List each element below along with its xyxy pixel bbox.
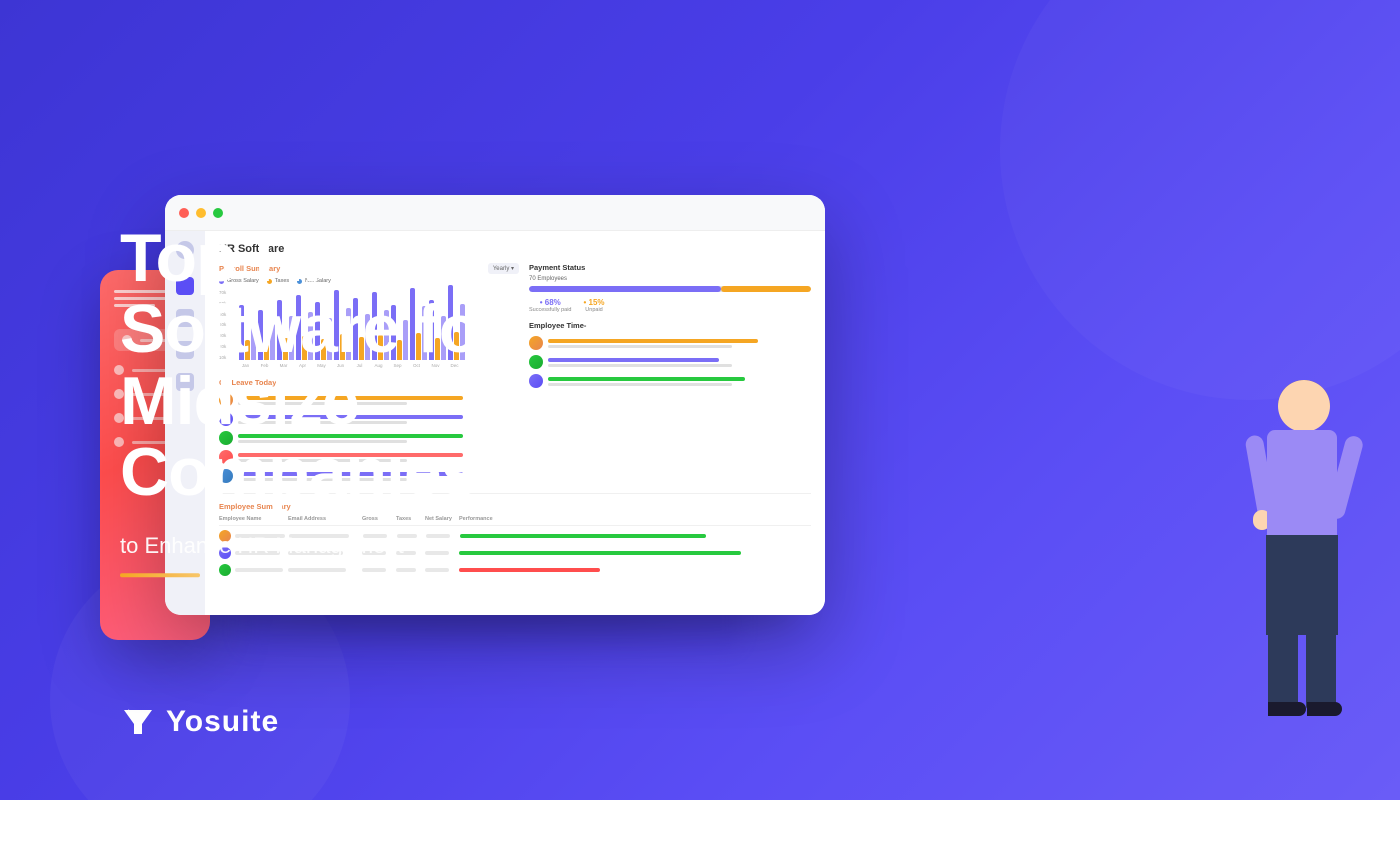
progress-paid <box>529 286 721 292</box>
avatar <box>529 355 543 369</box>
stat-paid-label: Successfully paid <box>529 307 572 313</box>
time-info <box>548 358 811 367</box>
time-sub-bar <box>548 383 732 386</box>
time-sub-bar <box>548 345 732 348</box>
logo-text: Yosuite <box>166 705 279 739</box>
person-shoe-left <box>1268 702 1306 716</box>
time-info <box>548 339 811 348</box>
list-item <box>529 336 811 350</box>
person-body <box>1267 430 1337 540</box>
payment-status-section: Payment Status 70 Employees • 68% <box>529 263 811 313</box>
td-performance <box>459 551 811 555</box>
minimize-button[interactable] <box>196 208 206 218</box>
person-pants <box>1266 535 1338 635</box>
logo-area: Yosuite <box>120 704 279 740</box>
payment-stats: • 68% Successfully paid • 15% Unpaid <box>529 298 811 313</box>
person-leg-left <box>1268 630 1298 710</box>
headline-underline <box>120 573 200 577</box>
person-illustration <box>1200 380 1380 720</box>
payment-title: Payment Status <box>529 263 811 272</box>
sub-headline: to Enhance HR Management <box>120 533 505 559</box>
employee-count: 70 Employees <box>529 276 811 282</box>
close-button[interactable] <box>179 208 189 218</box>
right-column: Payment Status 70 Employees • 68% <box>529 263 811 483</box>
td-performance <box>460 534 811 538</box>
avatar <box>529 336 543 350</box>
time-name-bar <box>548 377 745 381</box>
hero-section: Top HR Software for Midsize Companies to… <box>0 0 1400 800</box>
time-title: Employee Time- <box>529 321 811 330</box>
th-performance: Performance <box>459 516 811 522</box>
list-item <box>529 355 811 369</box>
time-list <box>529 336 811 388</box>
maximize-button[interactable] <box>213 208 223 218</box>
stat-paid: • 68% Successfully paid <box>529 298 572 313</box>
stat-unpaid: • 15% Unpaid <box>584 298 605 313</box>
employee-time-section: Employee Time- <box>529 321 811 388</box>
logo-icon <box>120 704 156 740</box>
time-sub-bar <box>548 364 732 367</box>
deco-circle-large <box>1000 0 1400 400</box>
td-performance <box>459 568 811 572</box>
person-shoe-right <box>1307 702 1342 716</box>
payment-progress-bar <box>529 286 811 292</box>
left-content: Top HR Software for Midsize Companies to… <box>120 223 505 577</box>
stat-unpaid-label: Unpaid <box>584 307 605 313</box>
stat-paid-value: • 68% <box>529 298 572 307</box>
time-name-bar <box>548 339 758 343</box>
time-name-bar <box>548 358 719 362</box>
list-item <box>529 374 811 388</box>
stat-unpaid-value: • 15% <box>584 298 605 307</box>
person-leg-right <box>1306 630 1336 710</box>
avatar <box>529 374 543 388</box>
progress-unpaid <box>721 286 811 292</box>
main-headline: Top HR Software for Midsize Companies <box>120 223 505 509</box>
person-head <box>1278 380 1330 432</box>
time-info <box>548 377 811 386</box>
